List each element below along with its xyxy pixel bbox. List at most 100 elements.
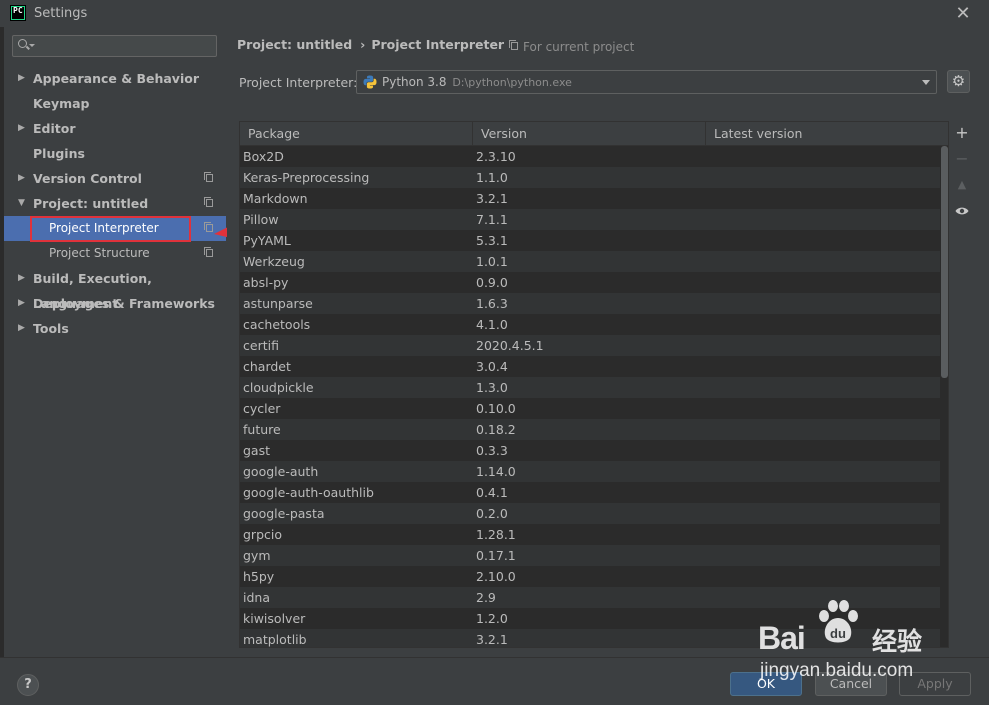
sidebar-item-version-control[interactable]: ▶ Version Control xyxy=(4,166,226,191)
chevron-right-icon[interactable]: ▶ xyxy=(18,291,25,316)
chevron-right-icon[interactable]: ▶ xyxy=(18,266,25,291)
search-field[interactable] xyxy=(12,35,217,57)
project-scope-icon xyxy=(204,197,213,207)
table-row[interactable]: cloudpickle 1.3.0 xyxy=(240,377,940,398)
eye-icon-graphic xyxy=(955,207,969,215)
table-row[interactable]: certifi 2020.4.5.1 xyxy=(240,335,940,356)
table-row[interactable]: Werkzeug 1.0.1 xyxy=(240,251,940,272)
table-row[interactable]: PyYAML 5.3.1 xyxy=(240,230,940,251)
package-name-cell: Box2D xyxy=(243,149,284,164)
sidebar-item-editor[interactable]: ▶ Editor xyxy=(4,116,226,141)
package-version-cell: 0.9.0 xyxy=(476,275,508,290)
breadcrumb: Project: untitled › Project Interpreter xyxy=(237,37,504,52)
watermark-brand: Bai xyxy=(758,620,806,656)
sidebar-item-project[interactable]: ▼ Project: untitled xyxy=(4,191,226,216)
table-row[interactable]: google-auth-oauthlib 0.4.1 xyxy=(240,482,940,503)
app-icon-text: PC xyxy=(12,7,24,19)
package-name-cell: chardet xyxy=(243,359,291,374)
chevron-down-icon[interactable] xyxy=(922,80,930,85)
search-input[interactable] xyxy=(37,38,211,56)
column-header-package[interactable]: Package xyxy=(240,122,473,146)
package-version-cell: 1.2.0 xyxy=(476,611,508,626)
package-version-cell: 2.9 xyxy=(476,590,496,605)
project-scope-icon xyxy=(509,40,518,50)
package-name-cell: cloudpickle xyxy=(243,380,314,395)
package-name-cell: google-pasta xyxy=(243,506,325,521)
packages-table[interactable]: Package Version Latest version Box2D 2.3.… xyxy=(239,121,949,648)
sidebar-item-label: Appearance & Behavior xyxy=(33,71,199,86)
table-row[interactable]: gast 0.3.3 xyxy=(240,440,940,461)
baidu-jingyan-watermark: Bai du 经验 jingyan.baidu.com xyxy=(758,598,948,688)
project-scope-icon xyxy=(204,222,213,232)
sidebar-item-keymap[interactable]: Keymap xyxy=(4,91,226,116)
package-version-cell: 2.3.10 xyxy=(476,149,516,164)
upgrade-package-icon[interactable]: ▲ xyxy=(950,173,974,197)
table-row[interactable]: astunparse 1.6.3 xyxy=(240,293,940,314)
package-name-cell: google-auth-oauthlib xyxy=(243,485,374,500)
column-header-version[interactable]: Version xyxy=(473,122,706,146)
table-row[interactable]: h5py 2.10.0 xyxy=(240,566,940,587)
interpreter-name: Python 3.8 xyxy=(382,75,447,89)
chevron-down-icon[interactable]: ▼ xyxy=(18,191,25,216)
vertical-scrollbar[interactable] xyxy=(941,146,948,378)
table-row[interactable]: future 0.18.2 xyxy=(240,419,940,440)
sidebar-item-label: Keymap xyxy=(33,96,90,111)
package-version-cell: 1.6.3 xyxy=(476,296,508,311)
package-name-cell: matplotlib xyxy=(243,632,307,647)
package-version-cell: 3.2.1 xyxy=(476,191,508,206)
interpreter-value: Python 3.8 D:\python\python.exe xyxy=(382,75,572,89)
sidebar-item-plugins[interactable]: Plugins xyxy=(4,141,226,166)
package-version-cell: 0.10.0 xyxy=(476,401,516,416)
table-row[interactable]: Pillow 7.1.1 xyxy=(240,209,940,230)
close-icon[interactable]: ✕ xyxy=(952,3,974,25)
table-row[interactable]: gym 0.17.1 xyxy=(240,545,940,566)
table-row[interactable]: absl-py 0.9.0 xyxy=(240,272,940,293)
package-name-cell: Markdown xyxy=(243,191,308,206)
python-icon xyxy=(363,75,377,89)
table-header: Package Version Latest version xyxy=(240,122,948,146)
watermark-url: jingyan.baidu.com xyxy=(760,660,914,681)
package-version-cell: 0.3.3 xyxy=(476,443,508,458)
package-name-cell: google-auth xyxy=(243,464,319,479)
package-name-cell: cycler xyxy=(243,401,281,416)
breadcrumb-parent: Project: untitled xyxy=(237,37,353,52)
sidebar-item-languages[interactable]: ▶ Languages & Frameworks xyxy=(4,291,226,316)
sidebar-item-tools[interactable]: ▶ Tools xyxy=(4,316,226,341)
table-row[interactable]: Box2D 2.3.10 xyxy=(240,146,940,167)
add-package-icon[interactable]: + xyxy=(950,121,974,145)
table-row[interactable]: Markdown 3.2.1 xyxy=(240,188,940,209)
chevron-right-icon[interactable]: ▶ xyxy=(18,66,25,91)
help-button[interactable]: ? xyxy=(17,674,39,696)
remove-package-icon[interactable]: − xyxy=(950,147,974,171)
chevron-right-icon[interactable]: ▶ xyxy=(18,116,25,141)
chevron-right-icon[interactable]: ▶ xyxy=(18,166,25,191)
table-row[interactable]: cachetools 4.1.0 xyxy=(240,314,940,335)
package-name-cell: kiwisolver xyxy=(243,611,306,626)
table-row[interactable]: google-pasta 0.2.0 xyxy=(240,503,940,524)
package-name-cell: gast xyxy=(243,443,271,458)
package-version-cell: 0.17.1 xyxy=(476,548,516,563)
package-name-cell: cachetools xyxy=(243,317,311,332)
for-current-project-label: For current project xyxy=(523,40,635,54)
package-version-cell: 2.10.0 xyxy=(476,569,516,584)
interpreter-settings-gear-icon[interactable]: ⚙ xyxy=(947,70,970,93)
table-row[interactable]: google-auth 1.14.0 xyxy=(240,461,940,482)
sidebar-item-label: Tools xyxy=(33,321,69,336)
sidebar-item-appearance[interactable]: ▶ Appearance & Behavior xyxy=(4,66,226,91)
table-row[interactable]: Keras-Preprocessing 1.1.0 xyxy=(240,167,940,188)
interpreter-dropdown[interactable]: Python 3.8 D:\python\python.exe xyxy=(356,70,937,94)
window-title: Settings xyxy=(34,6,88,21)
table-row[interactable]: chardet 3.0.4 xyxy=(240,356,940,377)
eye-icon[interactable] xyxy=(950,199,974,223)
sidebar-item-build[interactable]: ▶ Build, Execution, Deployment xyxy=(4,266,226,311)
search-history-icon[interactable] xyxy=(29,44,35,47)
breadcrumb-current: Project Interpreter xyxy=(371,37,505,52)
sidebar-item-label: Project: untitled xyxy=(33,196,149,211)
table-row[interactable]: cycler 0.10.0 xyxy=(240,398,940,419)
sidebar-item-project-structure[interactable]: Project Structure xyxy=(4,241,226,266)
chevron-right-icon[interactable]: ▶ xyxy=(18,316,25,341)
project-scope-icon xyxy=(204,247,213,257)
table-row[interactable]: grpcio 1.28.1 xyxy=(240,524,940,545)
sidebar-item-label: Languages & Frameworks xyxy=(33,296,215,311)
column-header-latest-version[interactable]: Latest version xyxy=(706,122,948,146)
